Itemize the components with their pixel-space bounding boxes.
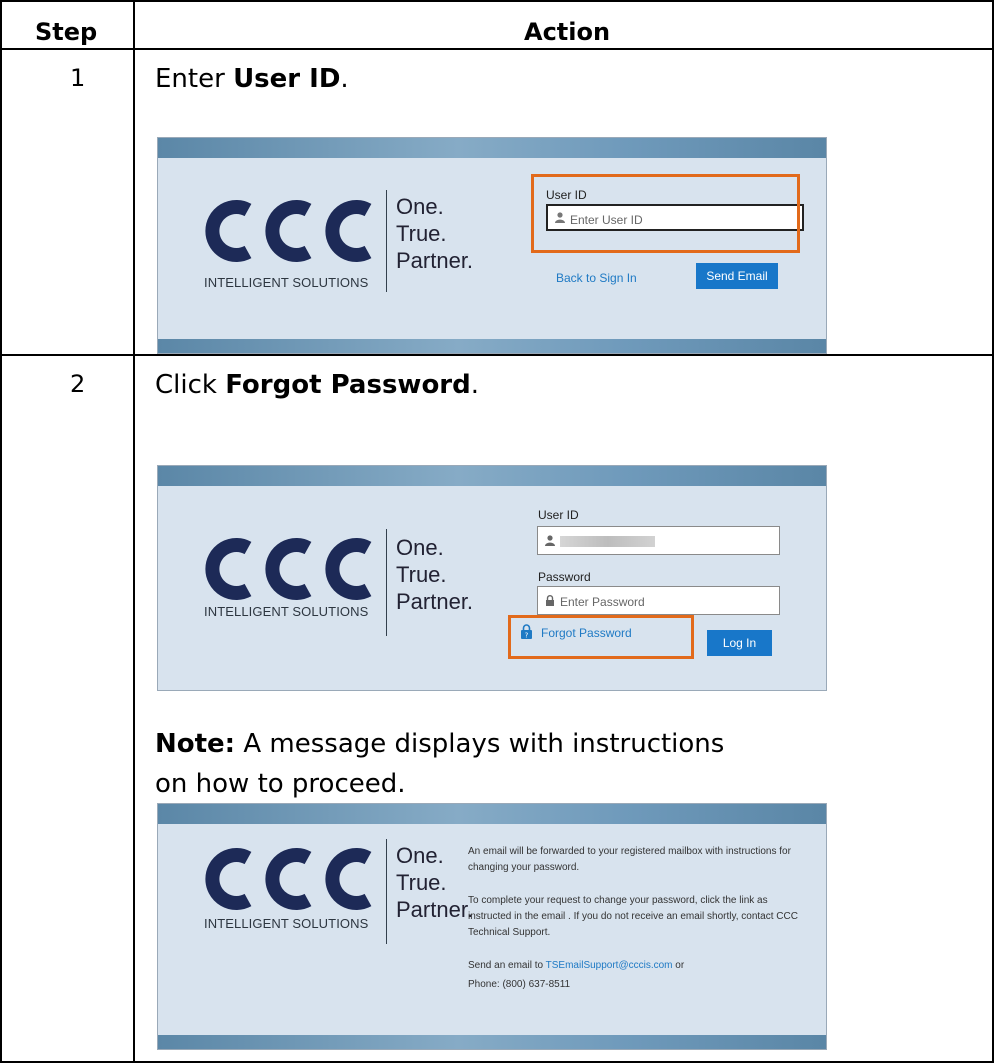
password-input[interactable]: Enter Password [537,586,780,615]
message-phone: Phone: (800) 637-8511 [468,979,571,990]
step-number: 1 [70,64,86,92]
instruction-text: Enter [155,64,234,94]
ccc-logo [198,534,383,604]
user-icon [545,535,555,546]
table-border-top [0,0,994,2]
tagline-partner: Partner. [396,897,474,922]
logo-divider [386,190,387,292]
logo-divider [386,529,387,636]
header-band [158,466,826,486]
tagline: One. True. Partner. [396,534,473,615]
instruction-punct: . [340,64,349,94]
ccc-logo-icon [205,200,372,262]
header-band [158,138,826,158]
header-action: Action [524,18,611,46]
message-forwarded: An email will be forwarded to your regis… [468,846,791,873]
screenshot-user-id: INTELLIGENT SOLUTIONS One. True. Partner… [157,137,827,354]
tagline-true: True. [396,562,447,587]
step-number: 2 [70,370,86,398]
ccc-logo [198,196,383,266]
tagline-partner: Partner. [396,589,474,614]
procedure-table: Step Action 1 Enter User ID. INTELLIGENT… [0,0,994,1063]
instruction-text: Click [155,370,226,400]
logo-subtitle: INTELLIGENT SOLUTIONS [204,275,369,290]
header-divider [0,48,994,50]
logo-divider [386,839,387,944]
header-step: Step [35,18,98,46]
instruction-bold: User ID [233,64,341,94]
lock-icon [546,595,554,606]
ccc-logo [198,844,383,914]
footer-band [158,339,826,353]
screenshot-email-sent-message: INTELLIGENT SOLUTIONS One. True. Partner… [157,803,827,1050]
password-label: Password [538,570,591,584]
note-label: Note: [155,729,236,759]
email-suffix: or [672,960,685,971]
header-band [158,804,826,824]
help-lock-icon: ? [521,624,532,639]
tagline-one: One. [396,194,444,219]
user-id-input[interactable] [537,526,780,555]
tagline-partner: Partner. [396,248,474,273]
column-divider [133,0,135,1063]
table-border-left [0,0,2,1063]
note: Note: A message displays with instructio… [155,724,755,804]
message-instructions: To complete your request to change your … [468,895,798,938]
user-id-label: User ID [538,508,579,522]
svg-text:?: ? [525,632,529,640]
instruction-punct: . [470,370,479,400]
forgot-password-link[interactable]: ? Forgot Password [521,624,632,640]
ccc-logo-icon [205,538,372,600]
tagline: One. True. Partner. [396,842,473,923]
back-to-sign-in-link[interactable]: Back to Sign In [556,271,637,285]
tagline-true: True. [396,221,447,246]
instruction-bold: Forgot Password [225,370,471,400]
user-id-redacted [560,536,655,547]
step-instruction: Click Forgot Password. [155,370,479,400]
forgot-password-text: Forgot Password [541,626,632,640]
logo-subtitle: INTELLIGENT SOLUTIONS [204,916,369,931]
message-email-contact: Send an email to TSEmailSupport@cccis.co… [468,958,798,974]
row-divider [0,354,994,356]
tagline-true: True. [396,870,447,895]
step-instruction: Enter User ID. [155,64,349,94]
password-placeholder: Enter Password [560,595,645,609]
tagline-one: One. [396,535,444,560]
tagline-one: One. [396,843,444,868]
ccc-logo-icon [205,848,372,910]
log-in-button[interactable]: Log In [707,630,772,656]
logo-subtitle: INTELLIGENT SOLUTIONS [204,604,369,619]
screenshot-forgot-password: INTELLIGENT SOLUTIONS One. True. Partner… [157,465,827,691]
footer-band [158,1035,826,1049]
email-prefix: Send an email to [468,960,546,971]
note-text: A message displays with instructions on … [155,729,725,799]
support-email-link[interactable]: TSEmailSupport@cccis.com [546,960,673,971]
user-id-highlight [531,174,800,253]
tagline: One. True. Partner. [396,193,473,274]
send-email-button[interactable]: Send Email [696,263,778,289]
